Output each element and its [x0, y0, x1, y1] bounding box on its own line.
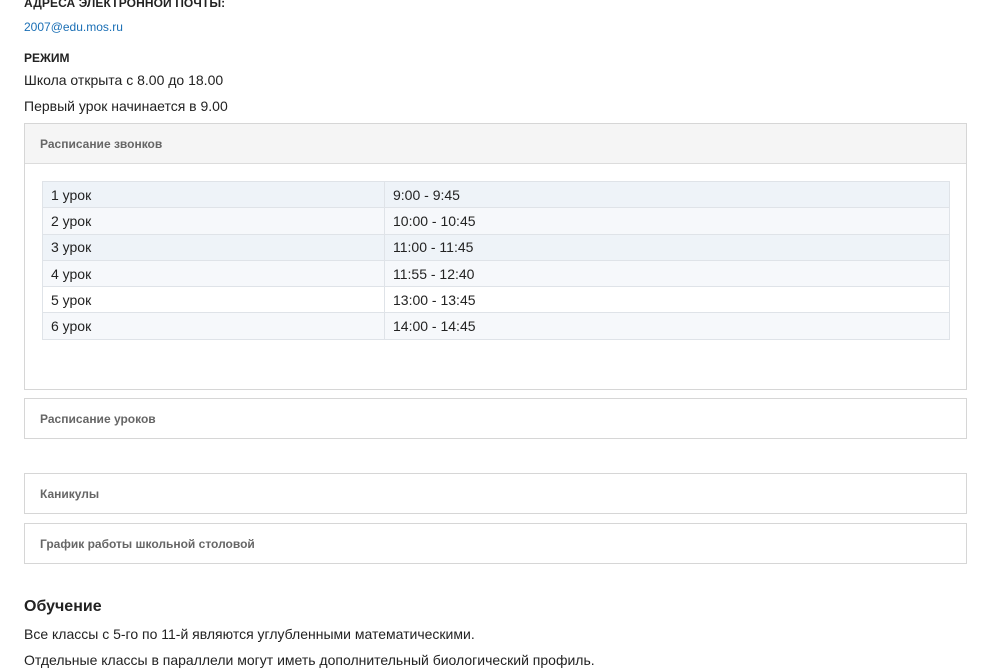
table-row: 6 урок 14:00 - 14:45	[42, 312, 950, 340]
lesson-schedule-panel: Расписание уроков	[24, 398, 967, 439]
time-cell: 10:00 - 10:45	[384, 207, 950, 235]
time-cell: 13:00 - 13:45	[384, 286, 950, 314]
mode-line-open-hours: Школа открыта с 8.00 до 18.00	[24, 72, 224, 88]
education-heading: Обучение	[24, 598, 102, 615]
lesson-cell: 3 урок	[42, 233, 385, 261]
time-cell: 9:00 - 9:45	[384, 180, 950, 209]
time-cell: 11:55 - 12:40	[384, 259, 950, 288]
education-line-math: Все классы с 5-го по 11-й являются углуб…	[24, 626, 475, 642]
lesson-schedule-header[interactable]: Расписание уроков	[25, 399, 966, 439]
lesson-cell: 2 урок	[42, 207, 385, 235]
bell-schedule-panel: Расписание звонков 1 урок 9:00 - 9:45 2 …	[24, 123, 967, 390]
email-link[interactable]: 2007@edu.mos.ru	[24, 20, 123, 34]
table-row: 1 урок 9:00 - 9:45	[42, 180, 950, 209]
canteen-schedule-header[interactable]: График работы школьной столовой	[25, 524, 966, 564]
bell-schedule-table: 1 урок 9:00 - 9:45 2 урок 10:00 - 10:45 …	[42, 180, 950, 340]
time-cell: 14:00 - 14:45	[384, 312, 950, 340]
education-line-biology: Отдельные классы в параллели могут иметь…	[24, 652, 595, 668]
holidays-panel: Каникулы	[24, 473, 967, 514]
table-row: 3 урок 11:00 - 11:45	[42, 233, 950, 261]
mode-line-first-lesson: Первый урок начинается в 9.00	[24, 98, 228, 114]
canteen-schedule-panel: График работы школьной столовой	[24, 523, 967, 564]
lesson-cell: 6 урок	[42, 312, 385, 340]
bell-schedule-header[interactable]: Расписание звонков	[25, 124, 966, 164]
table-row: 4 урок 11:55 - 12:40	[42, 259, 950, 288]
table-row: 2 урок 10:00 - 10:45	[42, 207, 950, 235]
lesson-cell: 5 урок	[42, 286, 385, 314]
holidays-header[interactable]: Каникулы	[25, 474, 966, 514]
table-row: 5 урок 13:00 - 13:45	[42, 286, 950, 314]
time-cell: 11:00 - 11:45	[384, 233, 950, 261]
email-heading: АДРЕСА ЭЛЕКТРОННОЙ ПОЧТЫ:	[24, 0, 226, 10]
mode-heading: РЕЖИМ	[24, 51, 70, 65]
lesson-cell: 4 урок	[42, 259, 385, 288]
lesson-cell: 1 урок	[42, 180, 385, 209]
